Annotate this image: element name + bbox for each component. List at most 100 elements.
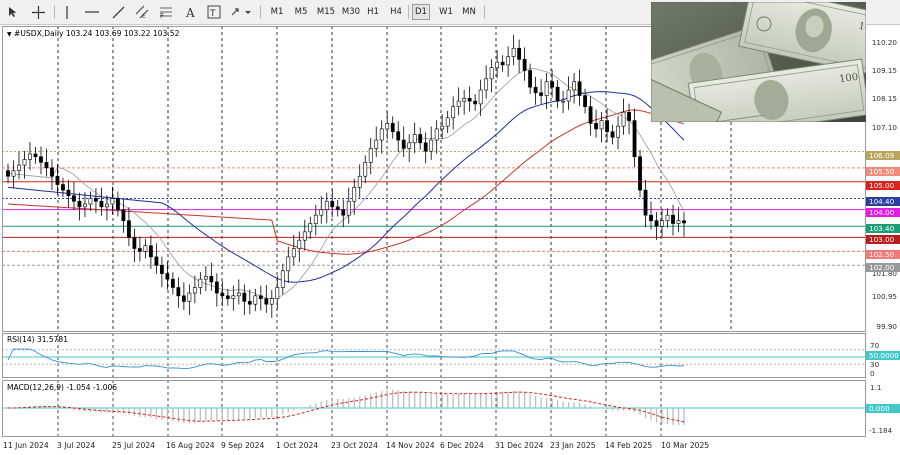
- candle-body: [352, 187, 357, 202]
- ma-mid-line: [7, 91, 685, 283]
- time-label: 23 Oct 2024: [331, 441, 378, 450]
- chart-title: ▼ #USDX,Daily 103.24 103.69 103.22 103.5…: [7, 29, 180, 38]
- text-tool-icon[interactable]: A: [183, 3, 199, 21]
- time-label: 14 Feb 2025: [605, 441, 653, 450]
- vertical-line-icon[interactable]: [62, 3, 72, 21]
- candle-body: [77, 200, 82, 208]
- arrows-dropdown-icon[interactable]: [230, 3, 252, 21]
- timeframe-m15-button[interactable]: M15: [314, 4, 338, 20]
- candle-body: [170, 278, 175, 288]
- macd-title: MACD(12,26,9) -1.054 -1.006: [7, 383, 118, 392]
- timeframe-d1-button[interactable]: D1: [412, 4, 430, 20]
- candle-body: [484, 78, 489, 91]
- candle-body: [313, 214, 318, 224]
- candle-body: [138, 248, 142, 252]
- price-tick: 110.20: [871, 38, 897, 47]
- candle-body: [671, 214, 675, 224]
- timeframe-h4-button[interactable]: H4: [387, 4, 405, 20]
- candle-body: [467, 98, 472, 102]
- candle-body: [335, 206, 340, 210]
- fibonacci-icon[interactable]: F: [158, 3, 174, 21]
- rsi-pane[interactable]: RSI(14) 31.5781: [2, 333, 866, 378]
- candle-body: [517, 47, 522, 60]
- macd-tick-min: -1.184: [869, 426, 893, 435]
- level-tag-104-40: 104.40: [866, 197, 900, 206]
- candle-body: [522, 59, 527, 71]
- svg-text:A: A: [185, 6, 195, 19]
- trendline-icon[interactable]: [110, 3, 126, 21]
- candle-body: [17, 164, 21, 171]
- macd-pane[interactable]: MACD(12,26,9) -1.054 -1.006: [2, 380, 866, 437]
- candle-body: [412, 134, 417, 144]
- candle-body: [649, 214, 653, 222]
- level-tag-102-50: 102.50: [866, 250, 900, 259]
- candle-body: [44, 162, 49, 169]
- macd-svg: [2, 380, 866, 437]
- candle-body: [94, 198, 98, 202]
- candle-body: [561, 100, 565, 103]
- candle-body: [660, 220, 664, 227]
- candle-body: [159, 264, 164, 274]
- candle-body: [594, 123, 598, 130]
- crosshair-icon[interactable]: [30, 3, 46, 21]
- macd-tag: 0.000: [866, 404, 900, 413]
- price-scale[interactable]: 110.20 109.15 108.15 107.10 101.80 100.9…: [866, 26, 900, 332]
- candle-body: [429, 139, 434, 152]
- candle-body: [55, 175, 60, 185]
- macd-scale: 1.1 0.000 -1.184: [866, 380, 900, 437]
- candle-body: [456, 100, 461, 107]
- candle-body: [676, 220, 681, 224]
- ma-fast-line: [7, 68, 685, 300]
- candle-body: [550, 81, 554, 88]
- horizontal-line-icon[interactable]: [84, 3, 100, 21]
- candle-body: [324, 200, 329, 210]
- timeframe-mn-button[interactable]: MN: [459, 4, 479, 20]
- candle-body: [258, 295, 263, 299]
- level-tag-105-00: 105.00: [866, 181, 900, 190]
- timeframe-w1-button[interactable]: W1: [436, 4, 456, 20]
- time-label: 16 Aug 2024: [166, 441, 215, 450]
- candle-body: [528, 70, 533, 88]
- level-tag-103-40: 103.40: [866, 224, 900, 233]
- candle-body: [616, 125, 620, 138]
- macd-tick-max: 1.1: [870, 383, 882, 392]
- candle-body: [533, 86, 538, 94]
- candle-body: [478, 89, 483, 105]
- candle-body: [148, 245, 153, 258]
- candle-body: [83, 203, 87, 208]
- candle-body: [610, 131, 615, 138]
- candle-body: [269, 298, 274, 305]
- candle-body: [588, 106, 593, 124]
- timeframe-m30-button[interactable]: M30: [339, 4, 363, 20]
- candle-body: [121, 209, 126, 222]
- timeframe-m1-button[interactable]: M1: [266, 4, 288, 20]
- price-tick: 108.15: [871, 94, 897, 103]
- candle-body: [275, 287, 280, 299]
- candle-body: [203, 276, 208, 280]
- candle-body: [61, 184, 65, 191]
- price-tick: 109.15: [871, 66, 897, 75]
- time-label: 14 Nov 2024: [386, 441, 435, 450]
- candle-body: [116, 198, 120, 210]
- candle-body: [654, 220, 659, 227]
- candle-body: [6, 170, 10, 177]
- label-tool-icon[interactable]: T: [206, 3, 222, 21]
- candle-body: [407, 142, 412, 149]
- cursor-icon[interactable]: [6, 3, 20, 21]
- timeframe-h1-button[interactable]: H1: [364, 4, 382, 20]
- candle-body: [418, 134, 423, 144]
- candle-body: [308, 223, 313, 233]
- channel-icon[interactable]: E: [134, 3, 150, 21]
- time-label: 10 Mar 2025: [661, 441, 710, 450]
- time-label: 3 Jul 2024: [57, 441, 96, 450]
- candle-body: [577, 81, 582, 96]
- candle-body: [605, 120, 609, 133]
- candle-body: [181, 295, 186, 302]
- rsi-tick-0: 0: [870, 369, 875, 378]
- candle-body: [28, 153, 32, 160]
- timeframe-m5-button[interactable]: M5: [290, 4, 312, 20]
- candle-body: [368, 148, 373, 163]
- rsi-title: RSI(14) 31.5781: [7, 335, 68, 344]
- level-tag-102-00: 102.00: [866, 263, 900, 272]
- candle-body: [127, 220, 131, 238]
